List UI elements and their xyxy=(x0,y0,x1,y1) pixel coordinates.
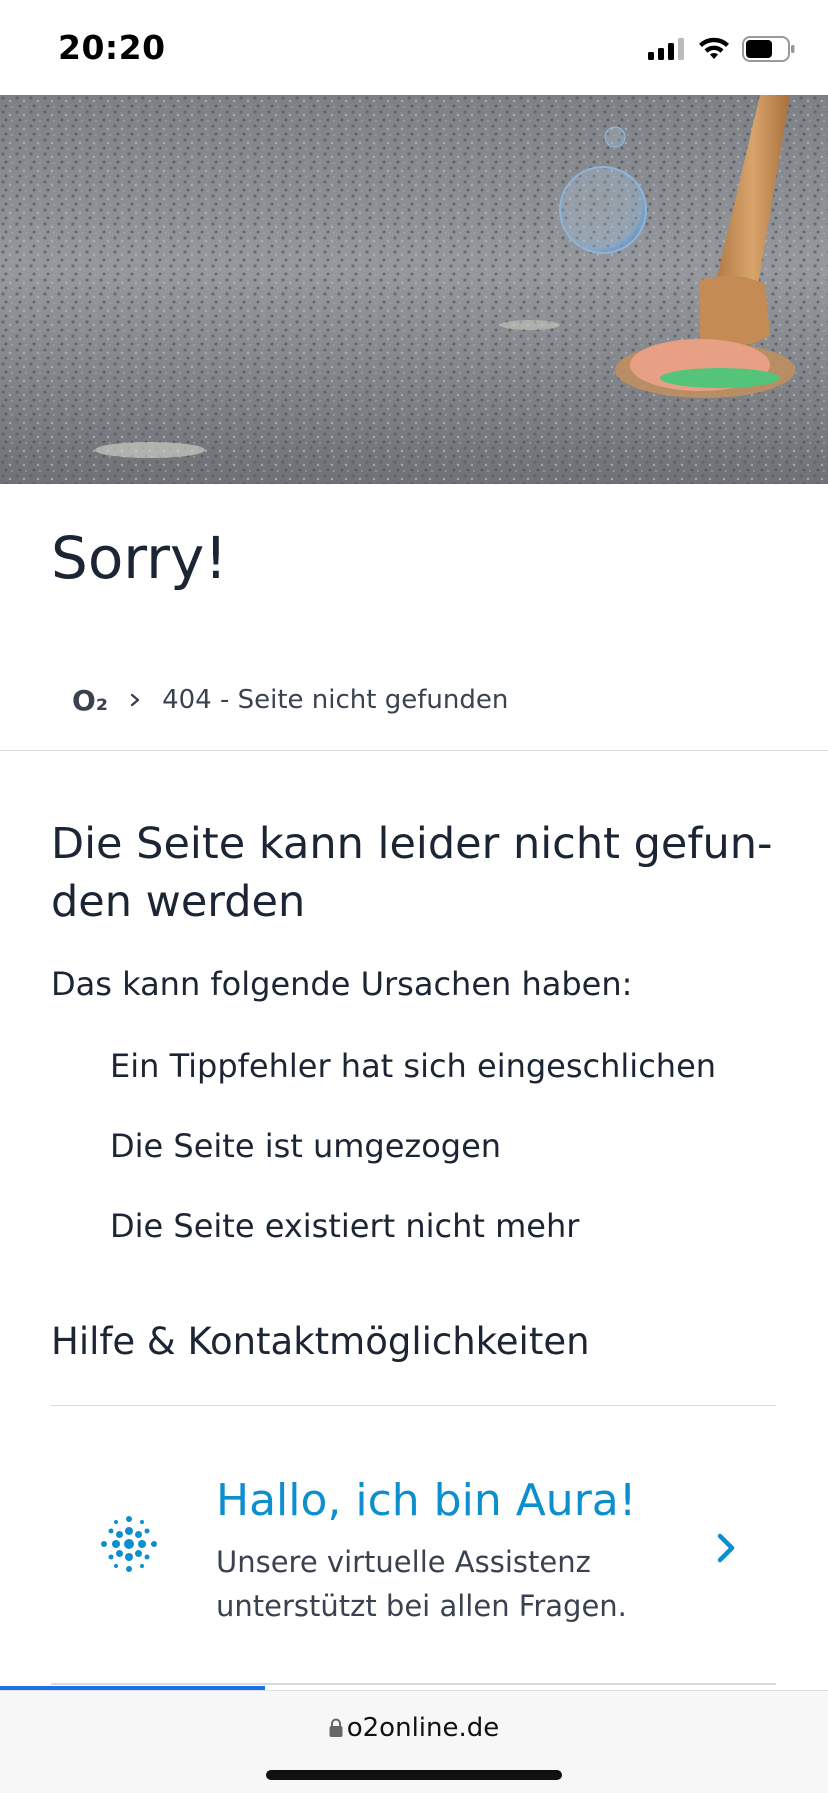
signal-icon xyxy=(648,38,684,60)
hero-image xyxy=(0,95,828,484)
page-title: Sorry! xyxy=(51,524,228,592)
status-icons xyxy=(648,34,796,64)
url-text: o2online.de xyxy=(346,1713,500,1743)
divider xyxy=(0,750,828,751)
breadcrumb-current: 404 - Seite nicht gefunden xyxy=(162,685,509,715)
list-item: Die Seite ist umgezogen xyxy=(110,1127,502,1165)
wifi-icon xyxy=(699,37,729,59)
breadcrumb-home-link[interactable]: O₂ xyxy=(72,684,108,717)
list-item: Die Seite existiert nicht mehr xyxy=(110,1207,580,1245)
status-bar: 20:20 xyxy=(0,0,828,95)
url-display[interactable]: o2online.de xyxy=(0,1713,828,1743)
home-indicator[interactable] xyxy=(266,1770,562,1780)
divider xyxy=(51,1405,776,1406)
list-item: Ein Tippfehler hat sich eingeschlichen xyxy=(110,1047,717,1085)
causes-intro: Das kann folgende Ursachen haben: xyxy=(51,965,633,1003)
divider xyxy=(51,1683,776,1685)
aura-assistant-card[interactable]: Hallo, ich bin Aura! Unsere virtuelle As… xyxy=(51,1440,776,1670)
chevron-right-icon xyxy=(130,693,140,707)
breadcrumb: O₂ 404 - Seite nicht gefunden xyxy=(72,680,508,720)
help-heading: Hilfe & Kontaktmöglichkeiten xyxy=(51,1320,590,1363)
lock-icon xyxy=(329,1718,343,1737)
aura-assistant-icon xyxy=(101,1516,157,1572)
error-heading: Die Seite kann leider nicht gefun-den we… xyxy=(51,819,773,927)
chevron-right-icon xyxy=(717,1533,735,1563)
status-time: 20:20 xyxy=(58,28,166,67)
aura-title: Hallo, ich bin Aura! xyxy=(216,1475,637,1526)
aura-description: Unsere virtuelle Assistenz unterstützt b… xyxy=(216,1545,627,1623)
battery-icon xyxy=(742,36,795,62)
